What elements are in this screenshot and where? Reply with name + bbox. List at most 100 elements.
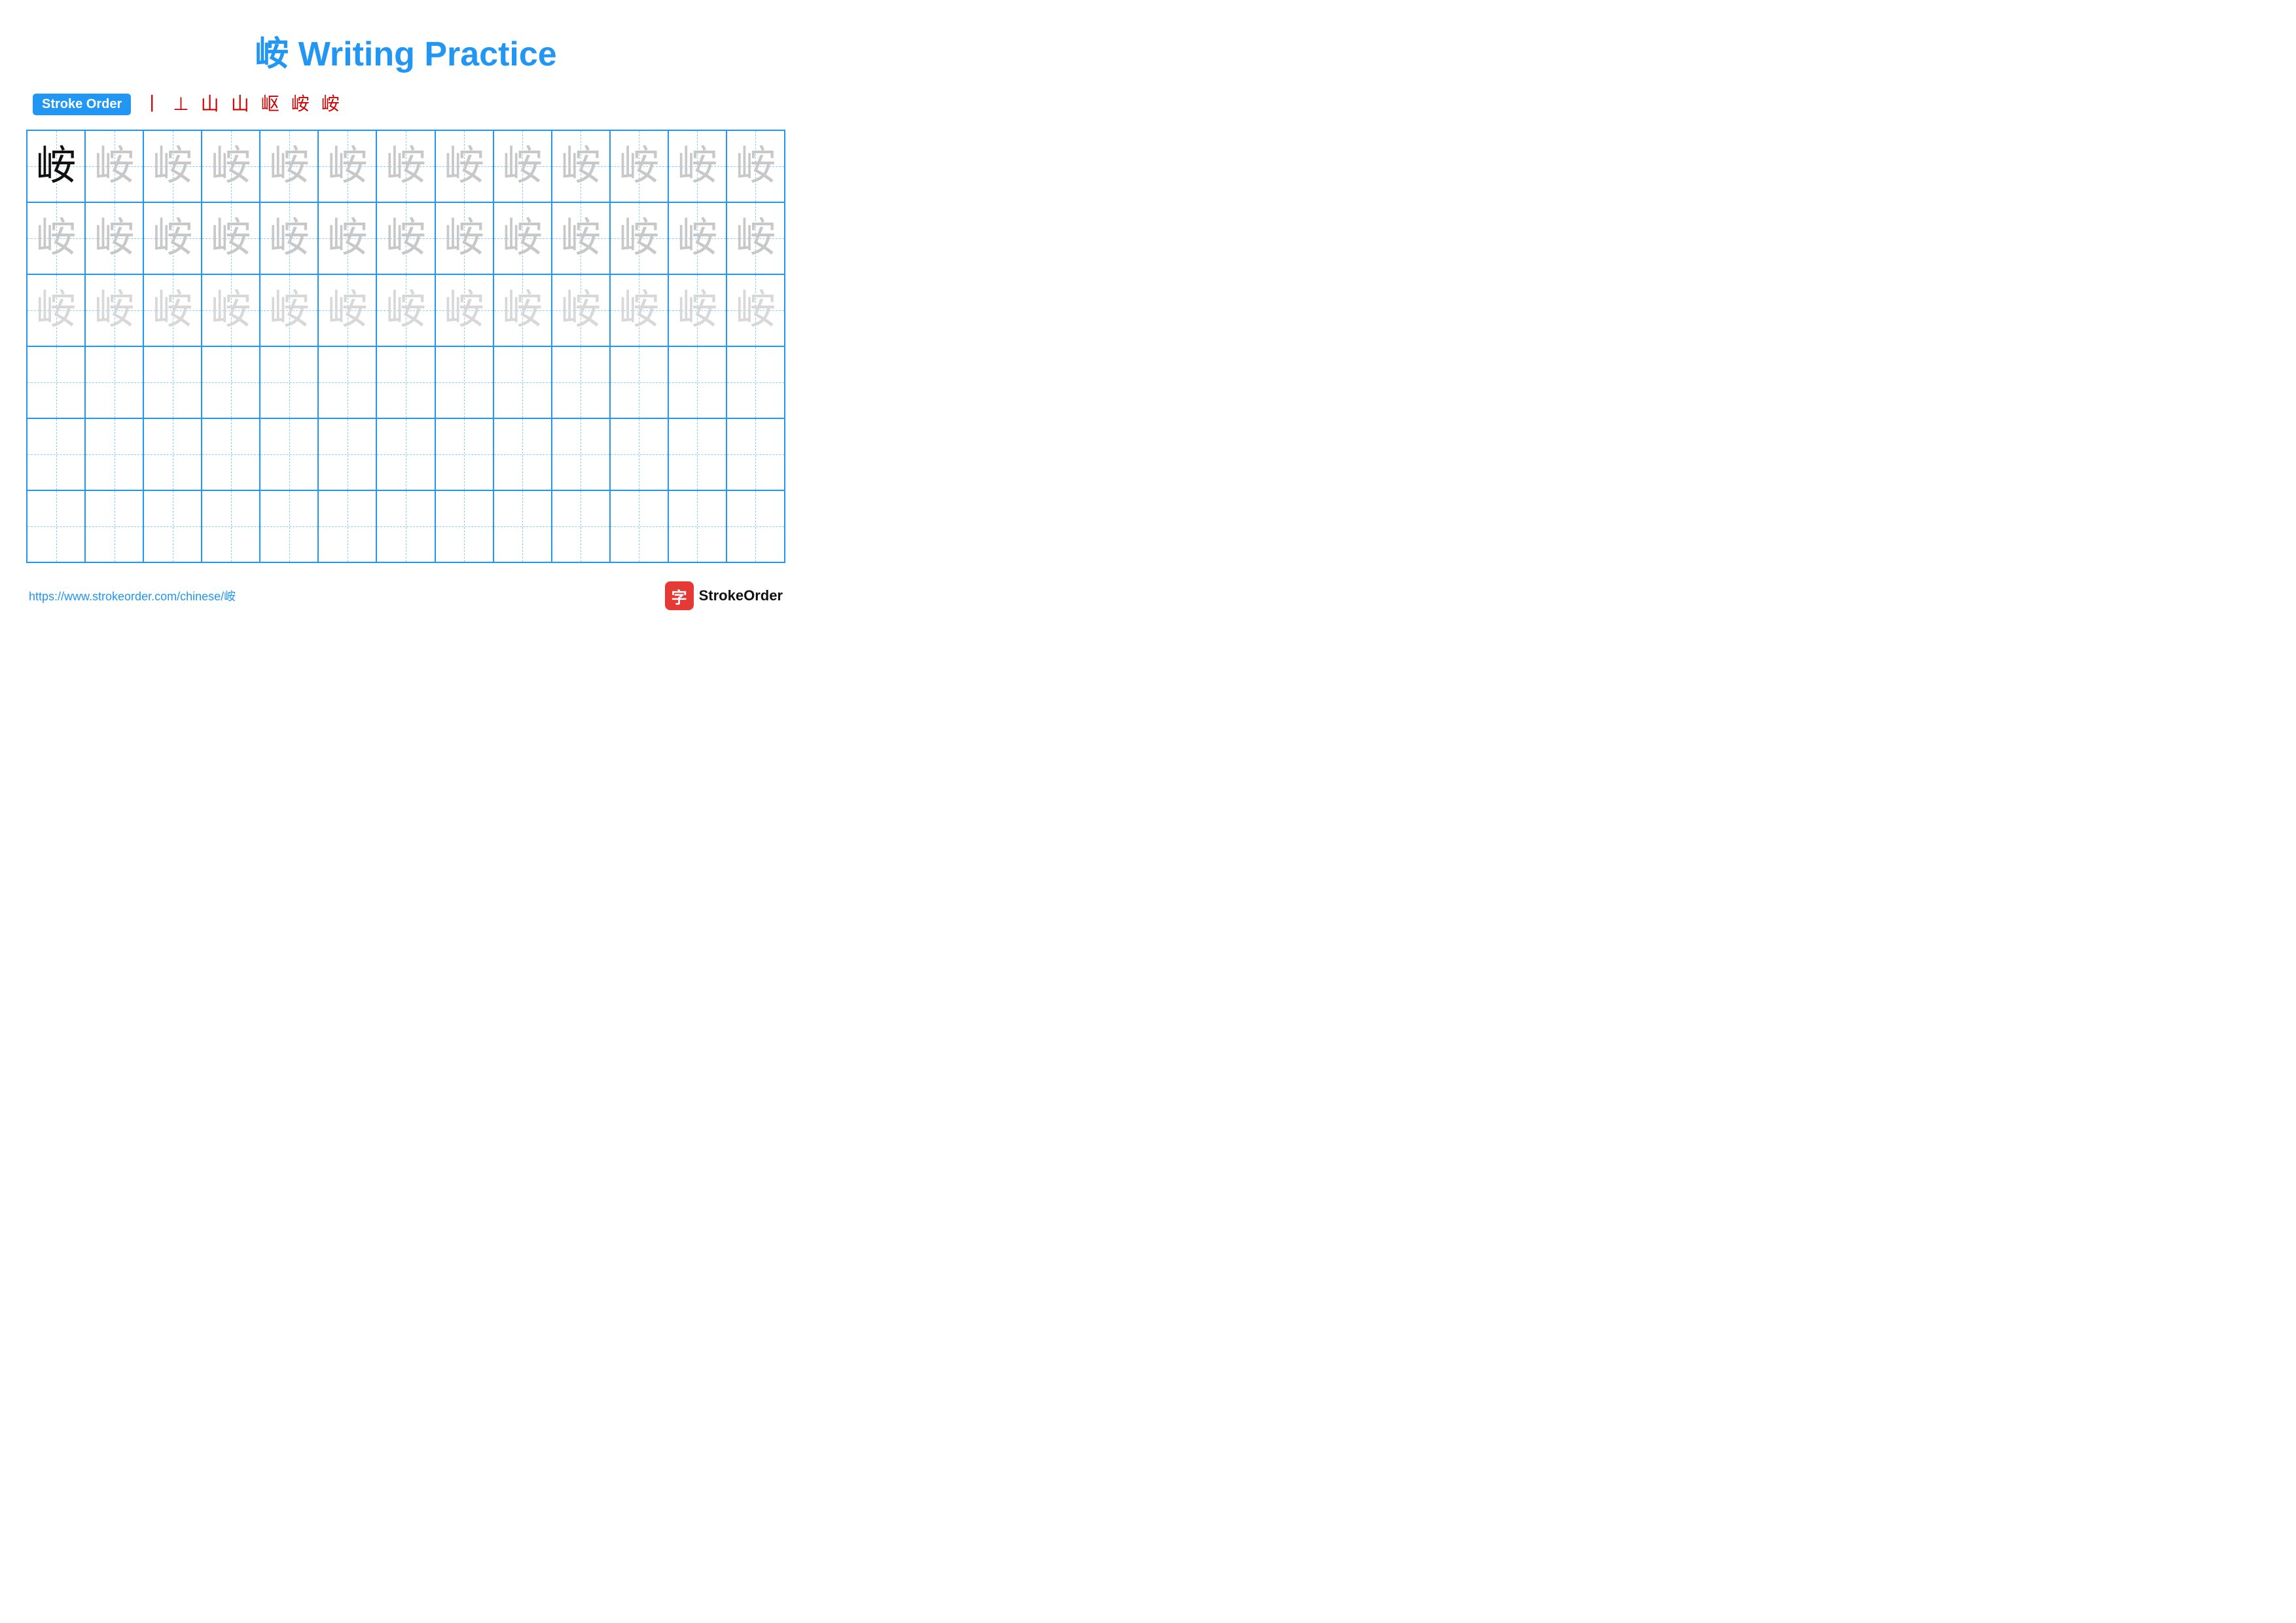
grid-cell[interactable] [202, 346, 260, 418]
cell-character: 峖 [677, 218, 717, 259]
grid-cell[interactable]: 峖 [260, 130, 318, 202]
grid-cell[interactable]: 峖 [668, 130, 726, 202]
grid-cell[interactable]: 峖 [202, 274, 260, 346]
grid-cell[interactable] [726, 346, 785, 418]
cell-character: 峖 [677, 146, 717, 187]
grid-cell[interactable] [726, 490, 785, 562]
grid-cell[interactable]: 峖 [27, 202, 85, 274]
cell-character: 峖 [211, 290, 251, 331]
grid-cell[interactable]: 峖 [435, 274, 493, 346]
grid-cell[interactable]: 峖 [27, 274, 85, 346]
grid-cell[interactable]: 峖 [27, 130, 85, 202]
grid-cell[interactable]: 峖 [143, 274, 202, 346]
grid-cell[interactable]: 峖 [610, 130, 668, 202]
grid-cell[interactable] [668, 490, 726, 562]
grid-cell[interactable]: 峖 [143, 130, 202, 202]
grid-cell[interactable] [552, 346, 610, 418]
grid-cell[interactable]: 峖 [260, 202, 318, 274]
grid-cell[interactable] [376, 490, 435, 562]
grid-cell[interactable] [143, 346, 202, 418]
cell-character: 峖 [327, 218, 368, 259]
grid-cell[interactable] [318, 346, 376, 418]
grid-cell[interactable]: 峖 [376, 130, 435, 202]
grid-cell[interactable]: 峖 [552, 202, 610, 274]
grid-cell[interactable] [260, 490, 318, 562]
cell-character: 峖 [560, 290, 601, 331]
grid-cell[interactable] [435, 346, 493, 418]
cell-character: 峖 [269, 218, 310, 259]
grid-cell[interactable]: 峖 [610, 202, 668, 274]
grid-cell[interactable] [85, 490, 143, 562]
grid-cell[interactable]: 峖 [435, 130, 493, 202]
grid-cell[interactable] [435, 418, 493, 490]
cell-character: 峖 [152, 146, 193, 187]
grid-cell[interactable]: 峖 [552, 274, 610, 346]
grid-cell[interactable] [27, 346, 85, 418]
grid-cell[interactable] [318, 418, 376, 490]
grid-cell[interactable]: 峖 [318, 274, 376, 346]
grid-cell[interactable]: 峖 [260, 274, 318, 346]
grid-cell[interactable] [143, 418, 202, 490]
grid-cell[interactable] [610, 418, 668, 490]
cell-character: 峖 [386, 218, 426, 259]
grid-cell[interactable]: 峖 [318, 130, 376, 202]
cell-character: 峖 [152, 290, 193, 331]
practice-grid: 峖峖峖峖峖峖峖峖峖峖峖峖峖峖峖峖峖峖峖峖峖峖峖峖峖峖峖峖峖峖峖峖峖峖峖峖峖峖峖 [26, 130, 785, 563]
stroke-step-6: 峖 [291, 96, 310, 114]
grid-cell[interactable] [552, 490, 610, 562]
grid-cell[interactable]: 峖 [726, 274, 785, 346]
cell-character: 峖 [677, 290, 717, 331]
grid-cell[interactable]: 峖 [493, 130, 552, 202]
grid-cell[interactable] [668, 418, 726, 490]
grid-cell[interactable] [27, 490, 85, 562]
cell-character: 峖 [36, 146, 77, 187]
grid-cell[interactable]: 峖 [668, 274, 726, 346]
grid-cell[interactable] [260, 346, 318, 418]
grid-cell[interactable]: 峖 [376, 202, 435, 274]
grid-cell[interactable] [202, 418, 260, 490]
grid-cell[interactable]: 峖 [610, 274, 668, 346]
grid-cell[interactable]: 峖 [143, 202, 202, 274]
title-suffix: Writing Practice [289, 35, 556, 73]
grid-cell[interactable] [376, 346, 435, 418]
cell-character: 峖 [94, 218, 135, 259]
grid-cell[interactable] [726, 418, 785, 490]
grid-cell[interactable] [493, 490, 552, 562]
grid-cell[interactable] [552, 418, 610, 490]
grid-cell[interactable] [27, 418, 85, 490]
grid-cell[interactable] [202, 490, 260, 562]
cell-character: 峖 [269, 146, 310, 187]
grid-cell[interactable] [493, 346, 552, 418]
grid-cell[interactable]: 峖 [493, 274, 552, 346]
grid-cell[interactable]: 峖 [552, 130, 610, 202]
grid-cell[interactable] [143, 490, 202, 562]
stroke-order-badge: Stroke Order [33, 94, 131, 115]
grid-cell[interactable] [85, 346, 143, 418]
grid-cell[interactable]: 峖 [202, 130, 260, 202]
grid-cell[interactable] [85, 418, 143, 490]
footer-url[interactable]: https://www.strokeorder.com/chinese/峖 [29, 587, 236, 604]
cell-character: 峖 [211, 146, 251, 187]
grid-cell[interactable]: 峖 [85, 202, 143, 274]
grid-cell[interactable]: 峖 [318, 202, 376, 274]
cell-character: 峖 [36, 290, 77, 331]
grid-cell[interactable] [610, 346, 668, 418]
grid-cell[interactable]: 峖 [493, 202, 552, 274]
grid-cell[interactable] [318, 490, 376, 562]
grid-cell[interactable]: 峖 [668, 202, 726, 274]
grid-cell[interactable]: 峖 [85, 130, 143, 202]
page-title: 峖 Writing Practice [26, 26, 785, 75]
grid-cell[interactable]: 峖 [726, 202, 785, 274]
grid-cell[interactable] [668, 346, 726, 418]
stroke-step-4: 山 [231, 96, 249, 114]
grid-cell[interactable]: 峖 [376, 274, 435, 346]
grid-cell[interactable] [493, 418, 552, 490]
grid-cell[interactable]: 峖 [726, 130, 785, 202]
grid-cell[interactable]: 峖 [435, 202, 493, 274]
grid-cell[interactable] [376, 418, 435, 490]
grid-cell[interactable] [260, 418, 318, 490]
grid-cell[interactable] [435, 490, 493, 562]
grid-cell[interactable]: 峖 [202, 202, 260, 274]
grid-cell[interactable] [610, 490, 668, 562]
grid-cell[interactable]: 峖 [85, 274, 143, 346]
